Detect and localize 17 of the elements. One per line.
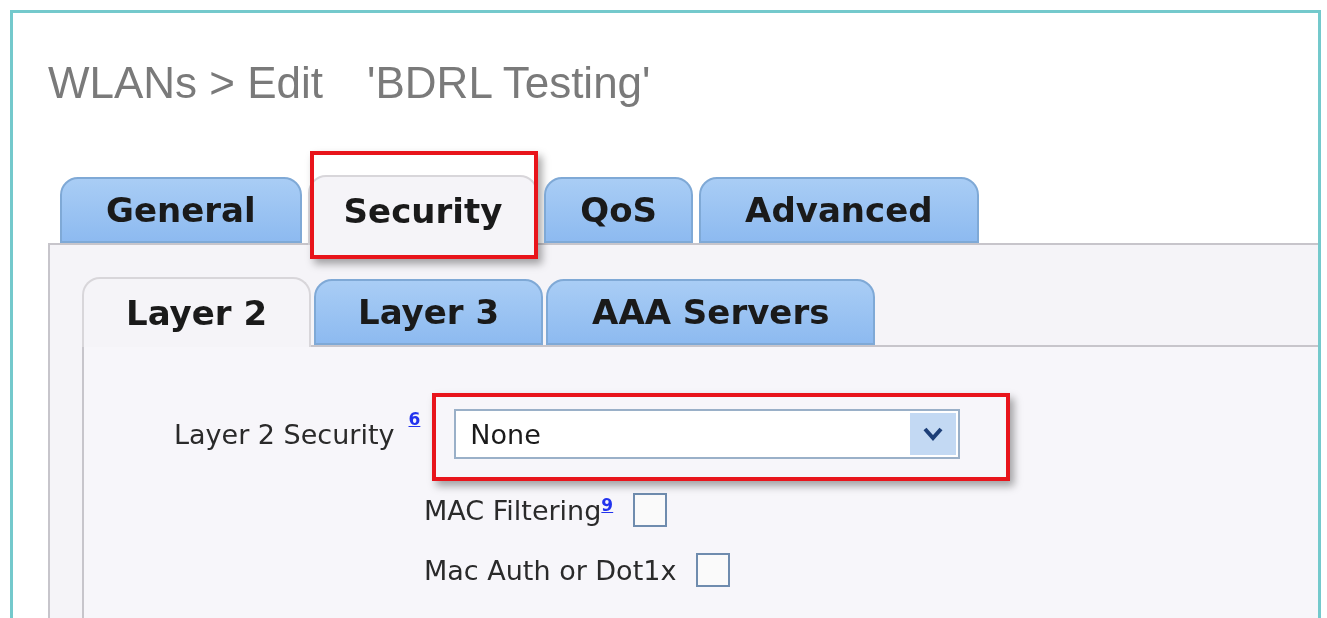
tab[interactable]: Layer 3: [314, 279, 544, 345]
footnote-link[interactable]: 9: [601, 495, 614, 515]
caret-icon: [910, 413, 957, 455]
checkbox[interactable]: [696, 553, 731, 587]
footnote-link[interactable]: 6: [408, 409, 421, 429]
checkbox[interactable]: [633, 493, 668, 527]
security-select[interactable]: None: [454, 409, 961, 459]
tab[interactable]: Layer 2: [82, 277, 312, 347]
tab[interactable]: Advanced: [699, 177, 979, 243]
tab[interactable]: AAA Servers: [546, 279, 876, 345]
tab[interactable]: QoS: [544, 177, 694, 243]
wlan-name: 'BDRL Testing': [367, 58, 651, 108]
field-label: Layer 2 Security: [174, 418, 395, 450]
checkbox-label: MAC Filtering: [424, 494, 602, 526]
checkbox-label: Mac Auth or Dot1x: [424, 554, 677, 586]
tab[interactable]: General: [60, 177, 302, 243]
page-title: WLANs > Edit: [48, 58, 324, 108]
